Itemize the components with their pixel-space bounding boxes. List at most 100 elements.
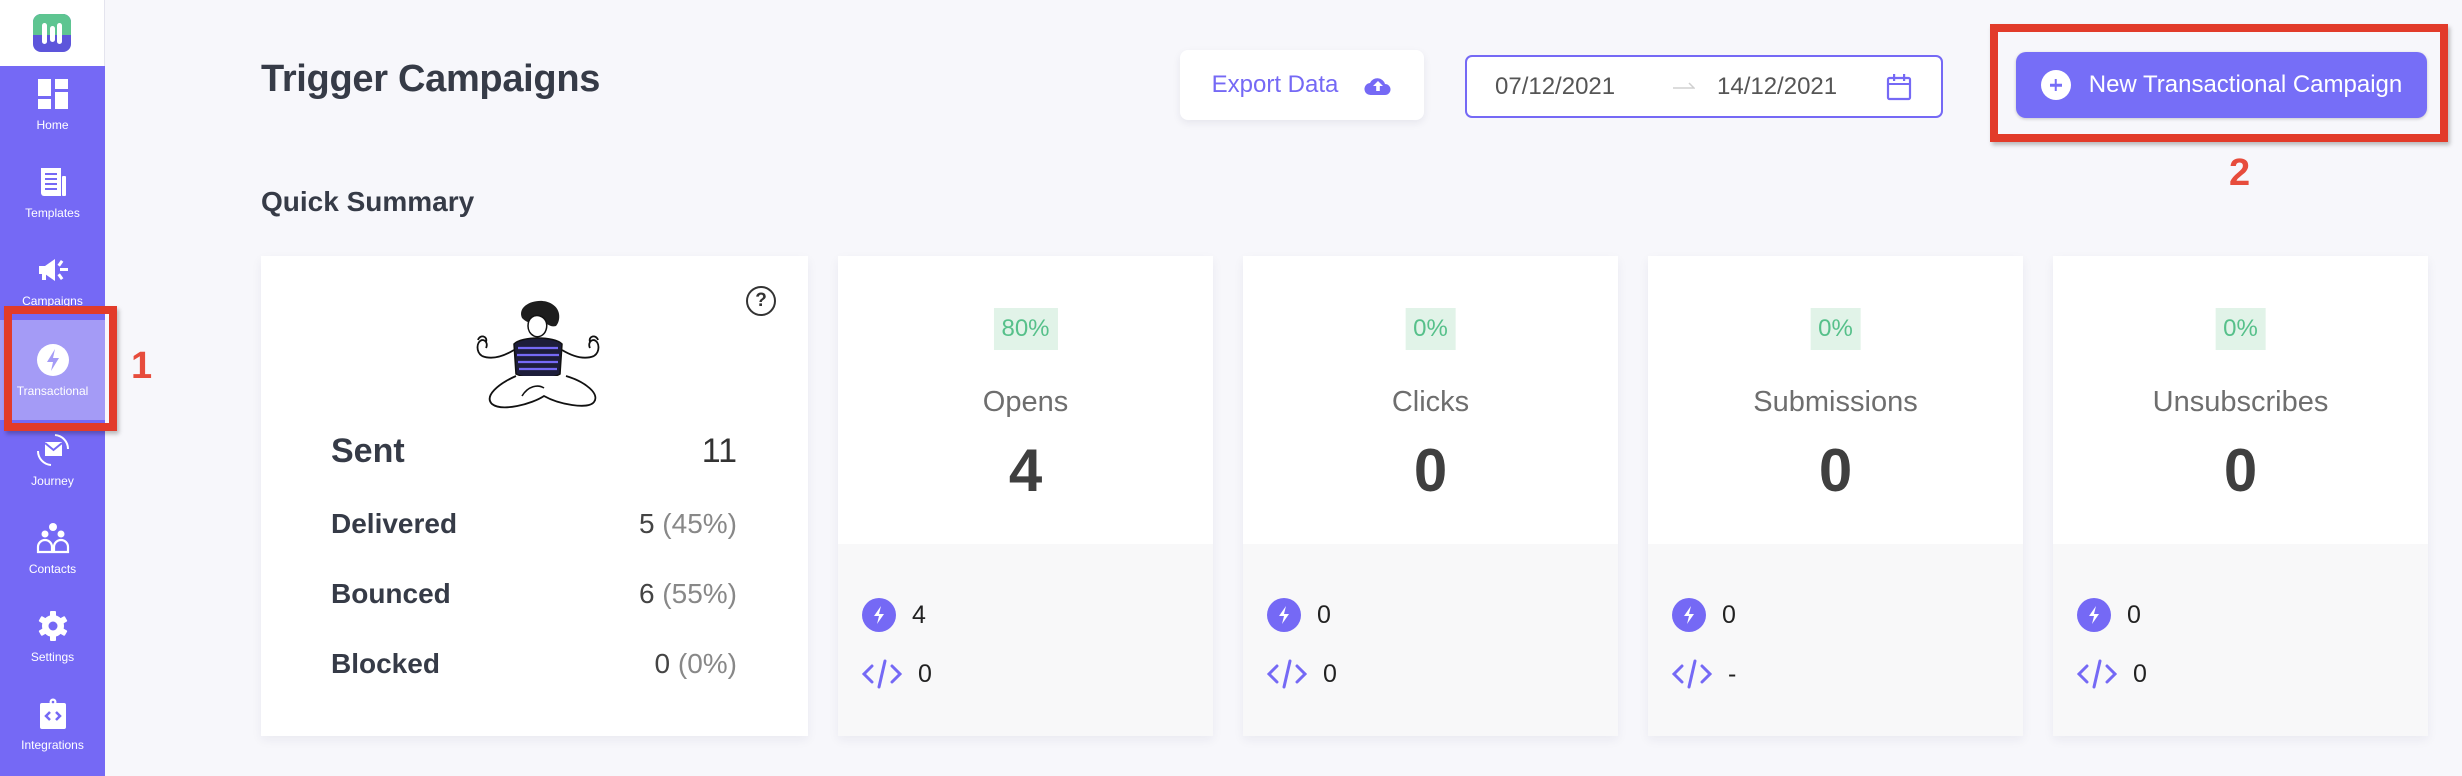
metric-card-unsubscribes: 0% Unsubscribes 0 0 0: [2053, 256, 2428, 736]
gear-icon: [38, 611, 67, 641]
trigger-count: 0: [1317, 600, 1331, 629]
calendar-icon[interactable]: [1885, 73, 1913, 101]
bolt-icon: [1267, 598, 1301, 632]
dashboard-icon: [37, 79, 68, 109]
code-icon: [1267, 659, 1307, 689]
logo-container[interactable]: [0, 0, 105, 66]
code-icon: [1672, 659, 1712, 689]
blocked-percent: (0%): [677, 648, 737, 679]
annotation-number-2: 2: [2229, 152, 2251, 194]
metric-card-bottom: [2053, 544, 2428, 736]
bolt-icon: [2077, 598, 2111, 632]
api-count: -: [1728, 659, 1737, 688]
bounced-label: Bounced: [331, 578, 451, 609]
annotation-box-1: [4, 306, 117, 431]
bounced-value: 6 (55%): [639, 578, 737, 610]
trigger-count-row: 0: [1267, 598, 1331, 632]
metric-card-bottom: [1648, 544, 2023, 736]
trigger-count: 0: [2127, 600, 2141, 629]
section-title-quick-summary: Quick Summary: [261, 186, 475, 217]
percent-badge: 0%: [1405, 308, 1456, 350]
api-count-row: 0: [2077, 659, 2147, 689]
app-root: Home Templates Campaigns Transactional J…: [0, 0, 2462, 776]
sent-value: 11: [701, 432, 737, 470]
bounced-percent: (55%): [662, 578, 737, 609]
metric-card-bottom: [838, 544, 1213, 736]
metric-card-clicks: 0% Clicks 0 0 0: [1243, 256, 1618, 736]
blocked-label: Blocked: [331, 648, 440, 679]
users-icon: [36, 523, 69, 554]
new-campaign-label: New Transactional Campaign: [2088, 71, 2403, 98]
bolt-icon: [862, 598, 896, 632]
sidebar-item-label: Templates: [25, 206, 80, 220]
code-clipboard-icon: [39, 698, 66, 729]
help-icon[interactable]: ?: [746, 286, 776, 316]
code-icon: [862, 659, 902, 689]
app-logo-icon: [33, 14, 71, 52]
date-range-picker[interactable]: 07/12/2021 14/12/2021: [1465, 55, 1943, 118]
sent-label: Sent: [331, 432, 405, 470]
trigger-count-row: 0: [2077, 598, 2141, 632]
sidebar-item-home[interactable]: Home: [0, 60, 105, 148]
document-icon: [40, 168, 66, 196]
summary-row-delivered: Delivered 5 (45%): [331, 508, 737, 540]
sidebar-item-settings[interactable]: Settings: [0, 592, 105, 680]
delivered-value: 5 (45%): [639, 508, 737, 540]
metric-label: Opens: [982, 386, 1069, 418]
api-count: 0: [2133, 659, 2147, 688]
blocked-value: 0 (0%): [655, 648, 737, 680]
sidebar-item-templates[interactable]: Templates: [0, 148, 105, 236]
summary-row-blocked: Blocked 0 (0%): [331, 648, 737, 680]
api-count-row: -: [1672, 659, 1736, 689]
mail-cycle-icon: [36, 434, 69, 466]
trigger-count-row: 0: [1672, 598, 1736, 632]
summary-row-bounced: Bounced 6 (55%): [331, 578, 737, 610]
metric-label: Unsubscribes: [2152, 386, 2329, 418]
cloud-upload-icon: [1364, 78, 1391, 96]
api-count-row: 0: [1267, 659, 1337, 689]
export-data-button[interactable]: Export Data: [1180, 50, 1424, 120]
summary-card: ? Sent 11 Delivered 5 (45%) Bounced 6 (5…: [261, 256, 808, 736]
delivered-count: 5: [638, 508, 655, 539]
bounced-count: 6: [638, 578, 655, 609]
metric-card-opens: 80% Opens 4 4 0: [838, 256, 1213, 736]
plus-circle-icon: [2040, 70, 2071, 100]
sidebar-item-label: Settings: [30, 650, 75, 664]
date-start-input[interactable]: 07/12/2021: [1495, 73, 1615, 101]
sidebar-item-label: Journey: [31, 474, 74, 488]
code-icon: [2077, 659, 2117, 689]
arrow-right-icon: [1673, 82, 1695, 89]
sidebar-item-label: Contacts: [28, 562, 77, 576]
meditation-illustration: [476, 300, 600, 409]
date-end-input[interactable]: 14/12/2021: [1717, 73, 1837, 101]
metric-label: Submissions: [1753, 386, 1918, 418]
percent-badge: 80%: [993, 308, 1058, 350]
trigger-count: 4: [912, 600, 926, 629]
metric-label: Clicks: [1391, 386, 1470, 418]
metric-card-submissions: 0% Submissions 0 0 -: [1648, 256, 2023, 736]
api-count-row: 0: [862, 659, 932, 689]
metric-value: 0: [2223, 437, 2258, 504]
sidebar-item-integrations[interactable]: Integrations: [0, 680, 105, 768]
sidebar-item-contacts[interactable]: Contacts: [0, 504, 105, 592]
delivered-percent: (45%): [662, 508, 737, 539]
annotation-number-1: 1: [131, 345, 153, 387]
summary-row-sent: Sent 11: [331, 432, 737, 471]
page-title: Trigger Campaigns: [261, 58, 601, 100]
trigger-count-row: 4: [862, 598, 926, 632]
metric-value: 4: [1008, 437, 1043, 504]
blocked-count: 0: [654, 648, 671, 679]
metric-card-bottom: [1243, 544, 1618, 736]
delivered-label: Delivered: [331, 508, 458, 539]
sidebar-item-label: Home: [36, 118, 69, 132]
export-data-label: Export Data: [1211, 71, 1339, 98]
bolt-icon: [1672, 598, 1706, 632]
metric-value: 0: [1818, 437, 1853, 504]
megaphone-icon: [38, 259, 68, 281]
trigger-count: 0: [1722, 600, 1736, 629]
api-count: 0: [918, 659, 932, 688]
percent-badge: 0%: [2215, 308, 2266, 350]
sidebar-item-label: Integrations: [21, 738, 84, 752]
percent-badge: 0%: [1810, 308, 1861, 350]
new-transactional-campaign-button[interactable]: New Transactional Campaign: [2016, 52, 2427, 118]
